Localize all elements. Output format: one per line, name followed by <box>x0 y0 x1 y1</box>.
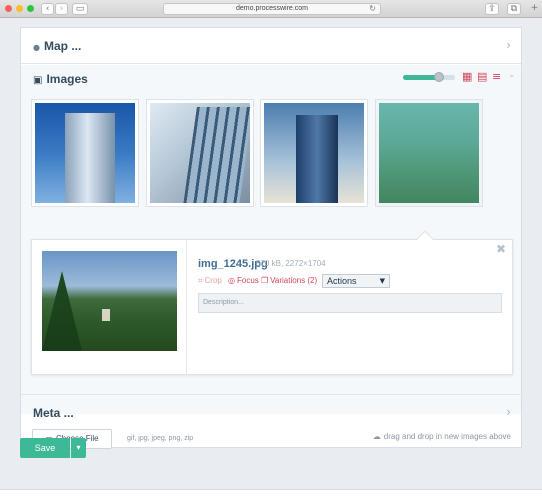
edit-form-panel: ● Map ... › ▣ Images ▦ ▤ ≡ ⌄ ✖ img_1245.… <box>20 27 522 449</box>
save-dropdown-button[interactable]: ▾ <box>71 438 86 458</box>
minimize-window-button[interactable] <box>16 5 23 12</box>
thumbnail-image <box>150 103 250 203</box>
detail-preview-area <box>32 240 187 374</box>
thumbnail-image <box>264 103 364 203</box>
cloud-upload-icon: ☁ <box>372 432 381 441</box>
dropdown-caret-icon: ▼ <box>379 277 385 285</box>
meta-field-title: Meta ... <box>33 406 74 420</box>
chevron-right-icon: › <box>506 38 511 52</box>
variations-icon: ❐ <box>261 276 269 285</box>
grid-small-icon[interactable]: ▤ <box>477 71 487 83</box>
tabs-overview-icon[interactable]: ⧉ <box>507 3 521 15</box>
focus-button[interactable]: ◎ Focus <box>228 276 259 285</box>
image-thumbnail[interactable] <box>146 99 254 207</box>
crop-button[interactable]: ⌗ Crop <box>198 276 222 286</box>
chevron-down-icon[interactable]: ⌄ <box>508 70 516 80</box>
close-icon[interactable]: ✖ <box>496 242 506 256</box>
browser-toolbar: ‹ › ▭ demo.processwire.com ↻ ⇪ ⧉ + <box>0 0 542 18</box>
url-text: demo.processwire.com <box>236 5 308 12</box>
actions-select[interactable]: Actions ▼ <box>322 274 390 288</box>
page-footer-edge <box>0 489 542 499</box>
slider-handle[interactable] <box>434 72 445 82</box>
address-bar[interactable]: demo.processwire.com ↻ <box>163 3 381 15</box>
crop-icon: ⌗ <box>198 276 203 285</box>
map-field-title: ● Map ... <box>33 39 82 53</box>
chevron-right-icon: › <box>506 405 511 419</box>
image-thumbnail[interactable] <box>31 99 139 207</box>
images-field-body: ✖ img_1245.jpg 570 kB, 2272×1704 ⌗ Crop ◎… <box>21 93 521 449</box>
detail-pointer <box>416 230 434 248</box>
thumbnail-image <box>35 103 135 203</box>
forward-button[interactable]: › <box>55 3 68 15</box>
image-detail-panel: ✖ img_1245.jpg 570 kB, 2272×1704 ⌗ Crop ◎… <box>31 230 513 375</box>
drag-drop-hint: ☁ drag and drop in new images above <box>372 432 511 441</box>
map-field-header[interactable]: ● Map ... › <box>21 28 521 64</box>
sidebar-toggle-icon[interactable]: ▭ <box>72 3 88 15</box>
meta-field-header[interactable]: Meta ... › <box>21 394 521 429</box>
reload-icon[interactable]: ↻ <box>369 4 376 14</box>
thumbnail-image <box>379 103 479 203</box>
share-icon[interactable]: ⇪ <box>485 3 499 15</box>
new-tab-icon[interactable]: + <box>529 3 540 15</box>
image-file-info: 570 kB, 2272×1704 <box>256 259 326 268</box>
image-thumbnail[interactable] <box>260 99 368 207</box>
image-preview[interactable] <box>42 251 177 351</box>
camera-icon: ▣ <box>33 75 43 86</box>
images-field-header: ▣ Images ▦ ▤ ≡ ⌄ <box>21 65 521 93</box>
image-thumbnail-selected[interactable] <box>375 99 483 207</box>
map-pin-icon: ● <box>33 43 40 52</box>
allowed-extensions: gif, jpg, jpeg, png, zip <box>127 435 194 442</box>
zoom-window-button[interactable] <box>27 5 34 12</box>
close-window-button[interactable] <box>5 5 12 12</box>
variations-button[interactable]: ❐ Variations (2) <box>261 276 317 285</box>
back-button[interactable]: ‹ <box>41 3 54 15</box>
page: ● Map ... › ▣ Images ▦ ▤ ≡ ⌄ ✖ img_1245.… <box>0 19 542 499</box>
save-button-group: Save ▾ <box>20 438 86 458</box>
images-field-title[interactable]: ▣ Images <box>33 72 88 86</box>
save-button[interactable]: Save <box>20 438 70 458</box>
grid-large-icon[interactable]: ▦ <box>462 71 472 83</box>
list-icon[interactable]: ≡ <box>492 71 501 83</box>
description-input[interactable]: Description... <box>198 293 502 313</box>
thumbnail-size-slider[interactable] <box>403 72 455 82</box>
focus-icon: ◎ <box>228 276 235 285</box>
